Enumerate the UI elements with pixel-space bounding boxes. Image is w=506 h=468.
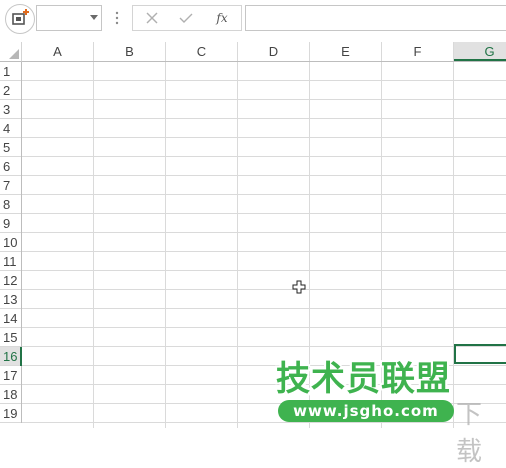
row-header[interactable]: 1 <box>0 62 21 81</box>
column-header-g[interactable]: G <box>454 42 506 61</box>
watermark: 技术员联盟 www.jsgho.com 下载 <box>270 359 506 467</box>
row-header[interactable]: 2 <box>0 81 21 100</box>
column-header-f[interactable]: F <box>382 42 454 61</box>
function-label: fx <box>216 11 228 25</box>
row-header[interactable]: 11 <box>0 252 21 271</box>
check-icon[interactable] <box>175 9 197 27</box>
row-header[interactable]: 12 <box>0 271 21 290</box>
row-header[interactable]: 14 <box>0 309 21 328</box>
column-header-d[interactable]: D <box>238 42 310 61</box>
row-header[interactable]: 7 <box>0 176 21 195</box>
row-header[interactable]: 19 <box>0 404 21 423</box>
row-header[interactable]: 15 <box>0 328 21 347</box>
watermark-title: 技术员联盟 <box>276 359 451 399</box>
row-header[interactable]: 10 <box>0 233 21 252</box>
chevron-down-icon[interactable] <box>90 15 98 20</box>
vertical-dots-icon[interactable] <box>114 10 120 26</box>
row-header[interactable]: 6 <box>0 157 21 176</box>
add-in-icon[interactable] <box>5 4 35 34</box>
column-header-a[interactable]: A <box>22 42 94 61</box>
row-header[interactable]: 18 <box>0 385 21 404</box>
formula-buttons: fx <box>132 5 242 31</box>
row-header[interactable]: 5 <box>0 138 21 157</box>
row-headers: 1 2 3 4 5 6 7 8 9 10 11 12 13 14 15 16 1… <box>0 62 22 423</box>
row-header[interactable]: 8 <box>0 195 21 214</box>
select-all-button[interactable] <box>0 42 22 62</box>
watermark-url: www.jsgho.com <box>278 400 454 422</box>
row-header[interactable]: 17 <box>0 366 21 385</box>
formula-bar: fx <box>0 0 506 38</box>
row-header[interactable]: 13 <box>0 290 21 309</box>
column-header-e[interactable]: E <box>310 42 382 61</box>
column-header-b[interactable]: B <box>94 42 166 61</box>
name-box[interactable] <box>36 5 102 31</box>
close-icon[interactable] <box>141 9 163 27</box>
row-header[interactable]: 3 <box>0 100 21 119</box>
column-headers: A B C D E F G <box>22 42 506 62</box>
select-all-triangle-icon <box>9 49 19 59</box>
row-header[interactable]: 4 <box>0 119 21 138</box>
row-header[interactable]: 9 <box>0 214 21 233</box>
row-header-selected[interactable]: 16 <box>0 347 22 366</box>
cell-cursor-icon <box>292 280 306 294</box>
column-header-c[interactable]: C <box>166 42 238 61</box>
insert-function-button[interactable]: fx <box>211 9 233 27</box>
formula-input[interactable] <box>245 5 506 31</box>
watermark-side-text: 下载 <box>456 400 483 467</box>
